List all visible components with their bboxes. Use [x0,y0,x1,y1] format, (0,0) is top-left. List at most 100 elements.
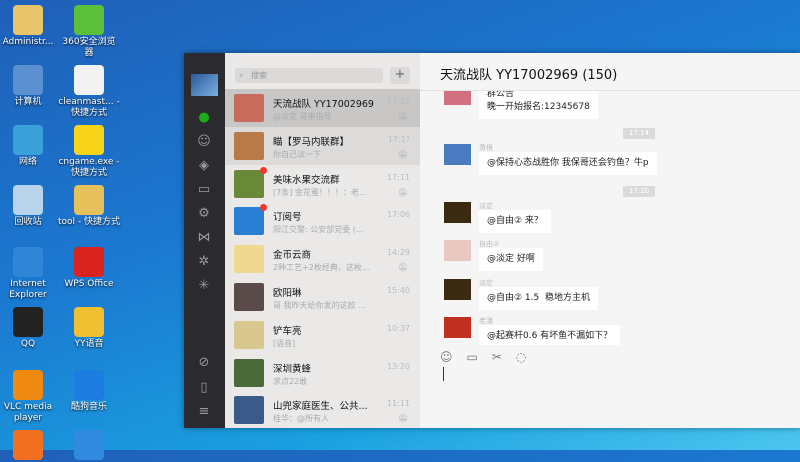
contacts-icon[interactable]: ☺ [196,134,212,150]
avatar [234,169,264,198]
sender-avatar[interactable] [444,202,471,223]
desktop-icon[interactable]: 360安全浏览器 [58,5,120,59]
chat-name: 天流战队 YY17002969 [273,99,374,110]
desktop-icon[interactable]: 计算机 [0,65,59,108]
chat-name: 瞄【罗马内联群】 [273,136,350,148]
folder-icon[interactable]: ▭ [196,182,212,198]
desktop-icon-label: 计算机 [14,97,42,107]
mute-icon: 🔕︎ [397,263,408,273]
app-icon [13,65,43,95]
box-icon[interactable]: ◈ [196,158,212,174]
desktop-icon[interactable]: 酷狗音乐 [58,370,120,413]
chat-preview: [语音] [273,338,296,348]
avatar [234,358,264,387]
sender-avatar[interactable] [444,317,471,338]
chat-time: 11:11 [386,399,410,409]
desktop-icon[interactable]: Administr... [0,5,59,48]
app-icon [13,125,43,155]
avatar [234,283,264,311]
chat-name: 美味水果交流群 [273,174,340,186]
sender-avatar[interactable] [444,91,471,105]
chat-pane: 天流战队 YY17002969 (150) 群公告 晚一开始报名:1234567… [420,53,800,428]
sender-avatar[interactable] [444,240,471,261]
desktop-icon[interactable]: 回收站 [0,185,59,228]
chat-time: 17:11 [386,172,410,182]
chat-icon[interactable]: ● [196,110,212,126]
desktop-icon-label: 酷狗音乐 [70,402,107,412]
add-button[interactable]: + [390,67,410,84]
app-icon [13,5,43,35]
chat-time: 17:06 [386,210,410,220]
phone-icon[interactable]: ▯ [196,380,212,396]
chat-list-item[interactable]: 山兜家庭医生、公共... 桂华：@所有人 11:11 🔕︎ [225,391,420,428]
chat-list-item[interactable]: 订阅号 阳江交警: 公安部党委 (... 17:06 [225,202,420,240]
wechat-window: ● ☺ ◈ ▭ ⚙ ⋈ ✲ ✳ ⊘ ▯ ≡ ⌕ 搜索 + 天流战队 YY17002… [184,53,800,428]
chat-preview: [7条] 金花蜜！！！：老... [273,187,367,197]
mute-icon: 🔕︎ [397,149,408,159]
message-area: 群公告 晚一开始报名:12345678 17:14 萧根 @保持心态战胜你 我保哥还会… [420,91,800,345]
chat-list-item[interactable]: 金币云商 2种工艺+2枚经典，这枚... 14:29 🔕︎ [225,240,420,278]
desktop-icon-label: tool - 快捷方式 [58,217,121,227]
chat-list-item[interactable]: 美味水果交流群 [7条] 金花蜜！！！：老... 17:11 🔕︎ [225,165,420,203]
desktop-icon[interactable] [58,430,120,462]
desktop-icon[interactable]: tool - 快捷方式 [58,185,120,228]
chat-list-item[interactable]: 欧阳琳 哥 我昨天给你发的这款 ... 15:40 [225,278,420,316]
chat-name: 金币云商 [273,250,312,262]
chat-bubble-icon[interactable]: ◌ [516,350,526,364]
sender-avatar[interactable] [444,279,471,300]
app-icon [74,247,104,277]
chat-time: 17:1? [387,134,410,144]
avatar [234,94,264,122]
desktop-icon[interactable]: QQ [0,307,59,350]
scissors-icon[interactable]: ✂ [492,350,502,364]
sender-avatar[interactable] [444,144,471,165]
emoji-icon[interactable]: ☺ [440,350,453,364]
timestamp: 17:14 [623,128,655,139]
user-avatar[interactable] [191,74,218,96]
search-icon: ⌕ [239,71,244,80]
desktop-icon-label: 360安全浏览器 [62,37,116,58]
unread-badge [260,204,267,212]
desktop-icon-label: 网络 [18,157,37,167]
app-icon [13,307,43,337]
chat-name: 订阅号 [273,212,302,224]
desktop-icon[interactable] [0,430,59,462]
search-input[interactable]: ⌕ 搜索 [235,68,383,83]
message-bubble: @保持心态战胜你 我保哥还会钓鱼？牛p [479,152,657,175]
desktop-icon[interactable]: cngame.exe - 快捷方式 [58,125,120,179]
folder-icon[interactable]: ▭ [467,350,478,364]
chat-time: 14:29 [386,248,410,258]
desktop-icon-label: Administr... [2,37,54,47]
chat-list-item[interactable]: 天流战队 YY17002969 @淡定 哥来指导 17:25 🔕︎ [225,89,420,127]
butterfly-icon[interactable]: ⋈ [196,230,212,246]
desktop-icon[interactable]: WPS Office [58,247,120,290]
chat-preview: 2种工艺+2枚经典，这枚... [273,263,370,273]
desktop-icon-label: VLC media player [3,402,53,423]
message-bubble: @起赛杆0.6 有坏鱼不漏如下？ [479,325,621,345]
mini-program-icon[interactable]: ⊘ [196,355,212,371]
chat-time: 17:25 [386,97,410,106]
message-input[interactable] [443,367,444,381]
desktop-icon[interactable]: Internet Explorer [0,247,59,301]
sparkle-icon[interactable]: ✳ [196,278,212,294]
desktop-icon[interactable]: cleanmast... - 快捷方式 [58,65,120,119]
app-icon [74,370,104,400]
desktop-icon[interactable]: 网络 [0,125,59,168]
chat-list-item[interactable]: 深圳黄蜂 求点22敢 13:20 [225,354,420,392]
menu-icon[interactable]: ≡ [196,404,212,420]
chat-list-item[interactable]: 瞄【罗马内联群】 你自己试一下 17:1? 🔕︎ [225,126,420,165]
desktop-icon-label: Internet Explorer [9,279,47,300]
desktop-icon[interactable]: YY语音 [58,307,120,350]
chat-preview: @淡定 哥来指导 [273,112,332,121]
desktop-icon-label: cleanmast... - 快捷方式 [58,97,120,118]
avatar [234,207,264,236]
avatar [234,245,264,274]
app-icon [74,430,104,460]
gear-icon[interactable]: ⚙ [196,206,212,222]
chat-list-item[interactable]: 铲车亮 [语音] 10:37 [225,316,420,354]
chat-time: 15:40 [386,286,410,295]
settings-icon[interactable]: ✲ [196,254,212,270]
app-icon [13,185,43,215]
desktop-icon[interactable]: VLC media player [0,370,59,424]
chat-time: 10:37 [386,323,410,333]
